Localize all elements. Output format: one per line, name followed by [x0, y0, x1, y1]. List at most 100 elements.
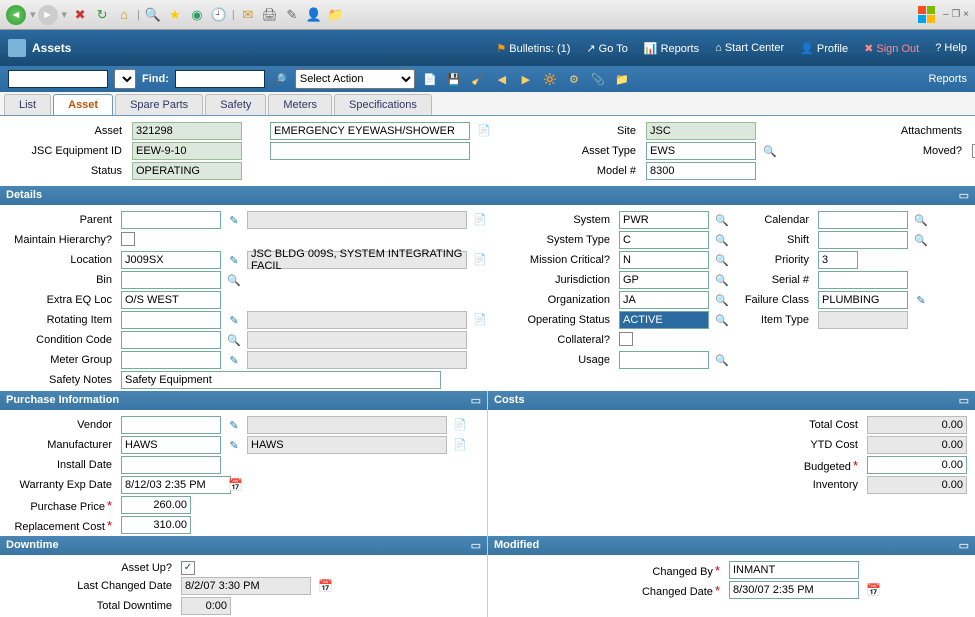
find-input[interactable] [175, 70, 265, 88]
profile-link[interactable]: 👤 Profile [800, 42, 848, 55]
meter-field[interactable] [121, 351, 221, 369]
calendar-icon[interactable]: 📅 [228, 478, 244, 492]
longdesc-icon[interactable]: 📄 [473, 313, 487, 327]
attachments-icon[interactable]: 📎 [589, 70, 607, 88]
extraloc-field[interactable]: O/S WEST [121, 291, 221, 309]
longdesc-icon[interactable]: 📄 [453, 418, 467, 432]
failure-field[interactable]: PLUMBING [818, 291, 908, 309]
longdesc-icon[interactable]: 📄 [473, 213, 487, 227]
vendor-field[interactable] [121, 416, 221, 434]
lookup-icon[interactable]: 🔍 [715, 353, 729, 367]
dropdown-icon[interactable]: ▾ [30, 8, 36, 21]
changeddate-field[interactable]: 8/30/07 2:35 PM [729, 581, 859, 599]
shift-field[interactable] [818, 231, 908, 249]
folder-icon[interactable]: 📁 [613, 70, 631, 88]
collapse-icon[interactable]: ▭ [959, 394, 969, 407]
mfr-field[interactable]: HAWS [121, 436, 221, 454]
longdesc-icon[interactable]: 📄 [473, 253, 487, 267]
favorites-icon[interactable]: ★ [166, 6, 184, 24]
lookup-icon[interactable]: 🔍 [715, 293, 729, 307]
startcenter-link[interactable]: ⌂ Start Center [715, 42, 784, 55]
bin-field[interactable] [121, 271, 221, 289]
model-field[interactable]: 8300 [646, 162, 756, 180]
changedby-field[interactable]: INMANT [729, 561, 859, 579]
dropdown-icon[interactable]: ▾ [62, 8, 68, 21]
lookup-icon[interactable]: 🔍 [227, 333, 241, 347]
home-icon[interactable]: ⌂ [115, 6, 133, 24]
clear-icon[interactable]: 🧹 [469, 70, 487, 88]
window-controls[interactable]: – ❐ × [943, 9, 969, 20]
lookup-icon[interactable]: ✎ [914, 293, 928, 307]
lookup-icon[interactable]: 🔍 [715, 253, 729, 267]
lookup-icon[interactable]: ✎ [227, 438, 241, 452]
lookup-icon[interactable]: 🔍 [715, 313, 729, 327]
new-icon[interactable]: 📄 [421, 70, 439, 88]
status-icon[interactable]: 🔆 [541, 70, 559, 88]
workflow-icon[interactable]: ⚙ [565, 70, 583, 88]
jurisdiction-field[interactable]: GP [619, 271, 709, 289]
tab-meters[interactable]: Meters [268, 94, 332, 115]
save-icon[interactable]: 💾 [445, 70, 463, 88]
tab-asset[interactable]: Asset [53, 94, 113, 115]
asset-desc2-field[interactable] [270, 142, 470, 160]
budget-field[interactable]: 0.00 [867, 456, 967, 474]
priority-field[interactable]: 3 [818, 251, 858, 269]
install-field[interactable] [121, 456, 221, 474]
quick-search-dd[interactable] [114, 69, 136, 89]
back-button[interactable]: ◄ [6, 5, 26, 25]
history-icon[interactable]: 🕘 [210, 6, 228, 24]
assettype-field[interactable]: EWS [646, 142, 756, 160]
lookup-icon[interactable]: ✎ [227, 313, 241, 327]
lookup-icon[interactable]: 🔍 [763, 144, 777, 158]
maintain-checkbox[interactable] [121, 232, 135, 246]
longdesc-icon[interactable]: 📄 [453, 438, 467, 452]
serial-field[interactable] [818, 271, 908, 289]
lookup-icon[interactable]: 🔍 [715, 213, 729, 227]
select-action[interactable]: Select Action [295, 69, 415, 89]
reports-button[interactable]: Reports [928, 73, 967, 85]
location-field[interactable]: J009SX [121, 251, 221, 269]
systype-field[interactable]: C [619, 231, 709, 249]
tab-list[interactable]: List [4, 94, 51, 115]
calendar-icon[interactable]: 📅 [866, 583, 892, 597]
longdesc-icon[interactable]: 📄 [477, 124, 491, 138]
warranty-field[interactable]: 8/12/03 2:35 PM [121, 476, 231, 494]
mission-field[interactable]: N [619, 251, 709, 269]
rotating-field[interactable] [121, 311, 221, 329]
price-field[interactable]: 260.00 [121, 496, 191, 514]
collapse-icon[interactable]: ▭ [471, 394, 481, 407]
asset-field[interactable]: 321298 [132, 122, 242, 140]
safety-field[interactable]: Safety Equipment [121, 371, 441, 389]
lookup-icon[interactable]: ✎ [227, 253, 241, 267]
search-icon[interactable]: 🔍 [144, 6, 162, 24]
tab-specifications[interactable]: Specifications [334, 94, 432, 115]
print-icon[interactable]: 🖨 [261, 6, 279, 24]
lookup-icon[interactable]: ✎ [227, 353, 241, 367]
system-field[interactable]: PWR [619, 211, 709, 229]
reports-link[interactable]: 📊 Reports [644, 42, 699, 55]
lookup-icon[interactable]: 🔍 [914, 213, 928, 227]
opstatus-field[interactable]: ACTIVE [619, 311, 709, 329]
asset-desc-field[interactable]: EMERGENCY EYEWASH/SHOWER [270, 122, 470, 140]
goto-link[interactable]: ↗ Go To [586, 42, 627, 55]
lookup-icon[interactable]: ✎ [227, 418, 241, 432]
lookup-icon[interactable]: 🔍 [715, 273, 729, 287]
tab-safety[interactable]: Safety [205, 94, 266, 115]
bulletins-link[interactable]: ⚑ Bulletins: (1) [496, 42, 570, 55]
forward-button[interactable]: ► [38, 5, 58, 25]
messenger-icon[interactable]: 👤 [305, 6, 323, 24]
mail-icon[interactable]: ✉ [239, 6, 257, 24]
refresh-icon[interactable]: ↻ [93, 6, 111, 24]
calendar-field[interactable] [818, 211, 908, 229]
quick-search-input[interactable] [8, 70, 108, 88]
replace-field[interactable]: 310.00 [121, 516, 191, 534]
media-icon[interactable]: ◉ [188, 6, 206, 24]
org-field[interactable]: JA [619, 291, 709, 309]
signout-link[interactable]: ✖ Sign Out [864, 42, 919, 55]
cond-field[interactable] [121, 331, 221, 349]
lookup-icon[interactable]: 🔍 [715, 233, 729, 247]
stop-icon[interactable]: ✖ [71, 6, 89, 24]
help-link[interactable]: ? Help [935, 42, 967, 55]
next-icon[interactable]: ▶ [517, 70, 535, 88]
tab-spare-parts[interactable]: Spare Parts [115, 94, 203, 115]
